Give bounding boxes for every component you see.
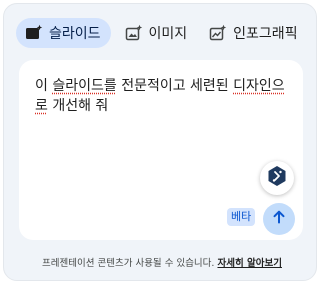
tab-slides[interactable]: 슬라이드: [16, 18, 111, 48]
tab-image-label: 이미지: [148, 26, 188, 42]
beta-badge: 베타: [227, 208, 256, 226]
learn-more-link[interactable]: 자세히 알아보기: [217, 258, 282, 269]
send-button[interactable]: [263, 203, 295, 235]
gem-icon: [266, 165, 288, 191]
generate-panel: 슬라이드 이미지 인포그래픽 이 슬라이드를 전문적이고 세련된 디자인으로 개…: [3, 3, 317, 281]
prompt-text-2: 전문적이고 세련된: [116, 78, 234, 94]
prompt-input[interactable]: 이 슬라이드를 전문적이고 세련된 디자인으로 개선해 줘: [35, 76, 293, 116]
gem-button[interactable]: [260, 161, 294, 195]
disclaimer: 프레젠테이션 콘텐츠가 사용될 수 있습니다. 자세히 알아보기: [4, 255, 320, 269]
disclaimer-text: 프레젠테이션 콘텐츠가 사용될 수 있습니다.: [42, 258, 218, 269]
prompt-card: 이 슬라이드를 전문적이고 세련된 디자인으로 개선해 줘 베타: [19, 60, 303, 240]
tab-slides-label: 슬라이드: [49, 26, 101, 42]
chart-sparkle-icon: [209, 24, 227, 42]
mode-tabs: 슬라이드 이미지 인포그래픽: [16, 18, 306, 48]
image-sparkle-icon: [125, 24, 143, 42]
arrow-up-icon: [271, 209, 287, 229]
slides-sparkle-icon: [25, 24, 43, 42]
tab-image[interactable]: 이미지: [117, 18, 196, 48]
tab-infographic-label: 인포그래픽: [233, 26, 298, 42]
tab-infographic[interactable]: 인포그래픽: [201, 18, 305, 48]
prompt-text-3: 개선해 줘: [47, 98, 109, 114]
prompt-text-1: 이: [35, 78, 53, 94]
prompt-text-misspelled-1: 슬라이드를: [52, 78, 117, 94]
